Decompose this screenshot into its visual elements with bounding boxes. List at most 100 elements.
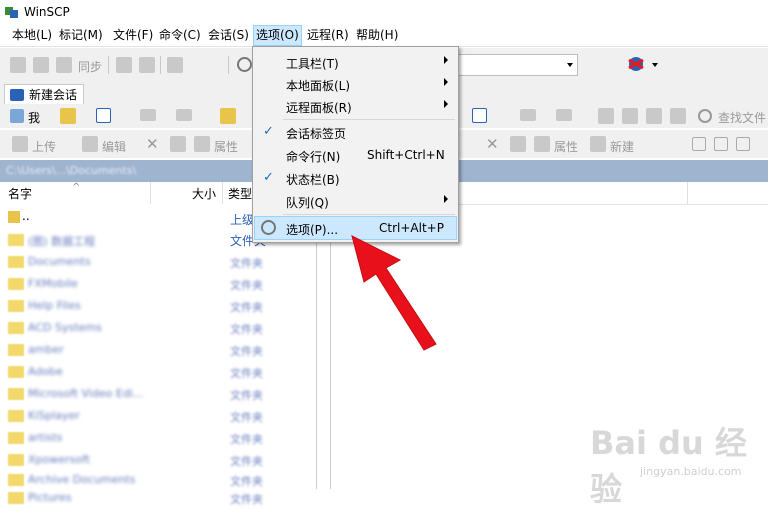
menu-item-queue[interactable]: 队列(Q) <box>255 190 456 212</box>
remote-rename-icon[interactable] <box>510 136 526 152</box>
menu-local[interactable]: 本地(L) <box>10 27 54 44</box>
menu-mark[interactable]: 标记(M) <box>57 27 105 44</box>
queue-icon[interactable] <box>167 57 183 73</box>
file-type: 文件夹 <box>230 279 263 292</box>
tab-new-session[interactable]: 新建会话 <box>4 84 85 105</box>
file-type: 文件夹 <box>230 455 263 468</box>
find-files-label[interactable]: 查找文件 <box>718 109 766 126</box>
menu-bar: 本地(L) 标记(M) 文件(F) 命令(C) 会话(S) 选项(O) 远程(R… <box>0 24 768 47</box>
toolbar-separator <box>108 56 109 74</box>
table-row[interactable]: KiSplayer 文件夹 <box>0 406 316 427</box>
menu-item-status-bar[interactable]: ✓ 状态栏(B) <box>255 167 456 189</box>
new-label[interactable]: 新建 <box>610 138 634 155</box>
table-row[interactable]: artists 文件夹 <box>0 428 316 449</box>
file-type: 文件夹 <box>230 323 263 336</box>
new-icon[interactable] <box>590 136 606 152</box>
file-name: FXMobile <box>28 277 78 290</box>
invert-select-icon[interactable] <box>736 137 750 151</box>
gear-icon <box>261 220 276 235</box>
terminal-icon[interactable] <box>116 57 132 73</box>
folder-icon <box>8 344 24 356</box>
up-folder-icon <box>8 211 20 223</box>
compare-dirs-icon[interactable] <box>10 57 26 73</box>
file-name: KiSplayer <box>28 409 80 422</box>
home-icon[interactable] <box>646 108 662 124</box>
menu-item-label: 命令行(N) <box>286 150 341 164</box>
upload-icon[interactable] <box>12 136 28 152</box>
column-type-header[interactable]: 类型 <box>228 185 252 202</box>
edit-label[interactable]: 编辑 <box>102 138 126 155</box>
open-folder-icon[interactable] <box>60 108 76 124</box>
window-title: WinSCP <box>24 5 70 19</box>
menu-file[interactable]: 文件(F) <box>111 27 155 44</box>
menu-session[interactable]: 会话(S) <box>206 27 251 44</box>
forward-icon[interactable] <box>176 109 192 121</box>
column-size-header[interactable]: 大小 <box>192 185 216 202</box>
table-row[interactable]: ACD Systems 文件夹 <box>0 318 316 339</box>
column-name-header[interactable]: 名字 <box>8 185 32 202</box>
remote-back-icon[interactable] <box>520 109 536 121</box>
file-name: Help Files <box>28 299 81 312</box>
edit-icon[interactable] <box>82 136 98 152</box>
table-row[interactable]: Microsoft Video Edi... 文件夹 <box>0 384 316 405</box>
back-icon[interactable] <box>140 109 156 121</box>
file-type: 文件夹 <box>230 411 263 424</box>
submenu-arrow-icon <box>444 78 448 86</box>
gear-icon[interactable] <box>237 57 252 72</box>
menu-item-label: 队列(Q) <box>286 196 329 210</box>
transfer-settings-dropdown[interactable] <box>456 54 578 76</box>
sync-browse-icon[interactable] <box>33 57 49 73</box>
reconnect-icon[interactable] <box>626 55 646 73</box>
chevron-down-icon[interactable] <box>652 63 658 67</box>
upload-label[interactable]: 上传 <box>32 138 56 155</box>
remote-properties-label[interactable]: 属性 <box>554 138 578 155</box>
menu-item-label: 会话标签页 <box>286 127 347 141</box>
table-row[interactable]: FXMobile 文件夹 <box>0 274 316 295</box>
parent-dir-type: 上级 <box>230 213 255 227</box>
putty-icon[interactable] <box>139 57 155 73</box>
menu-item-session-tabs[interactable]: ✓ 会话标签页 <box>255 121 456 143</box>
table-row[interactable]: Xpowersoft 文件夹 <box>0 450 316 471</box>
search-icon[interactable] <box>698 109 712 123</box>
table-row[interactable]: Help Files 文件夹 <box>0 296 316 317</box>
select-all-icon[interactable] <box>692 137 706 151</box>
drive-label[interactable]: 我 <box>28 109 40 126</box>
table-row[interactable]: Pictures 文件夹 <box>0 488 316 509</box>
menu-item-toolbars[interactable]: 工具栏(T) <box>255 51 456 73</box>
file-name: Pictures <box>28 491 72 504</box>
properties-label[interactable]: 属性 <box>214 138 238 155</box>
remote-parent-icon[interactable] <box>598 108 614 124</box>
menu-item-remote-panel[interactable]: 远程面板(R) <box>255 95 456 117</box>
menu-separator <box>283 119 455 120</box>
synchronize-icon[interactable] <box>56 57 72 73</box>
refresh-icon[interactable] <box>670 108 686 124</box>
remote-delete-icon[interactable]: ✕ <box>486 135 499 153</box>
remote-forward-icon[interactable] <box>556 109 572 121</box>
remote-filter-icon[interactable] <box>472 108 487 123</box>
table-row[interactable]: Documents 文件夹 <box>0 252 316 273</box>
submenu-arrow-icon <box>444 56 448 64</box>
local-path: C:\Users\...\Documents\ <box>6 164 137 177</box>
menu-separator <box>283 214 455 215</box>
menu-help[interactable]: 帮助(H) <box>354 27 400 44</box>
unselect-icon[interactable] <box>714 137 728 151</box>
baidu-watermark: Bai du 经验 jingyan.baidu.com <box>590 400 760 508</box>
delete-icon[interactable]: ✕ <box>146 135 159 153</box>
menu-remote[interactable]: 远程(R) <box>305 27 351 44</box>
rename-icon[interactable] <box>170 136 186 152</box>
menu-item-command-line[interactable]: 命令行(N) Shift+Ctrl+N <box>255 144 456 166</box>
menu-command[interactable]: 命令(C) <box>157 27 203 44</box>
parent-dir-icon[interactable] <box>220 108 236 124</box>
root-dir-icon[interactable] <box>622 108 638 124</box>
menu-item-label: 工具栏(T) <box>286 57 339 71</box>
sync-label[interactable]: 同步 <box>78 58 102 75</box>
table-row[interactable]: amber 文件夹 <box>0 340 316 361</box>
folder-icon <box>8 300 24 312</box>
table-row[interactable]: Adobe 文件夹 <box>0 362 316 383</box>
filter-icon[interactable] <box>96 108 111 123</box>
folder-icon <box>8 410 24 422</box>
menu-item-local-panel[interactable]: 本地面板(L) <box>255 73 456 95</box>
remote-properties-icon[interactable] <box>534 136 550 152</box>
properties-icon[interactable] <box>194 136 210 152</box>
menu-options[interactable]: 选项(O) <box>253 25 302 46</box>
